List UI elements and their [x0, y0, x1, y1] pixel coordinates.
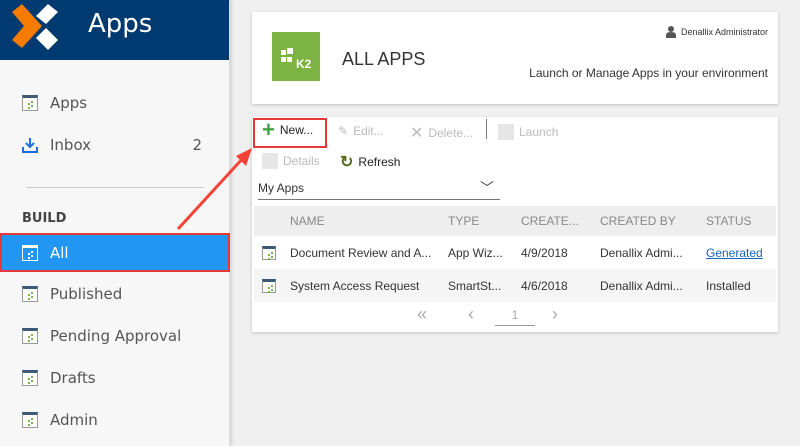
delete-button[interactable]: ✕ Delete...	[410, 123, 473, 143]
view-filter-dropdown[interactable]: My Apps ﹀	[258, 178, 500, 200]
table-row[interactable]: Document Review and A... App Wiz... 4/9/…	[254, 236, 776, 269]
column-name[interactable]: NAME	[290, 214, 325, 228]
plus-icon: +	[262, 117, 275, 142]
sidebar-item-published[interactable]: Published	[0, 277, 230, 311]
inbox-download-icon	[22, 138, 38, 153]
section-build: BUILD	[22, 211, 67, 226]
user-icon	[665, 26, 676, 38]
page-header-card: K2 ALL APPS Denallix Administrator Launc…	[252, 12, 778, 104]
prev-page-icon[interactable]: ‹	[468, 304, 474, 325]
refresh-icon: ↻	[340, 154, 354, 171]
status-badge: Installed	[706, 278, 751, 293]
first-page-icon[interactable]: «	[417, 304, 427, 325]
page-subtitle: Launch or Manage Apps in your environmen…	[529, 66, 768, 80]
pencil-icon: ✎	[338, 124, 349, 138]
sidebar-item-apps[interactable]: Apps	[0, 86, 230, 120]
user-info[interactable]: Denallix Administrator	[665, 26, 768, 38]
details-button[interactable]: Details	[262, 153, 320, 169]
sidebar-item-label: Published	[50, 285, 123, 303]
page-number-input[interactable]: 1	[495, 308, 535, 326]
logo-icon	[12, 4, 58, 50]
app-icon	[22, 412, 38, 428]
app-icon	[22, 244, 38, 261]
sidebar-item-label: Drafts	[50, 369, 96, 387]
column-created[interactable]: CREATE...	[521, 214, 579, 228]
details-icon	[262, 153, 278, 169]
app-icon	[22, 95, 38, 111]
inbox-count: 2	[192, 136, 202, 154]
sidebar-item-drafts[interactable]: Drafts	[0, 361, 230, 395]
user-name: Denallix Administrator	[680, 27, 768, 37]
edit-button[interactable]: ✎ Edit...	[338, 124, 384, 138]
refresh-button[interactable]: ↻ Refresh	[340, 152, 400, 172]
apps-list-card: + New... ✎ Edit... ✕ Delete... Launch Detai…	[252, 117, 778, 332]
app-icon	[22, 328, 38, 344]
app-title: Apps	[88, 9, 153, 39]
sidebar-item-label: Pending Approval	[50, 327, 182, 345]
app-icon	[22, 370, 38, 386]
sidebar-item-label: Inbox	[50, 136, 92, 154]
status-link[interactable]: Generated	[706, 246, 763, 260]
app-icon	[262, 278, 276, 293]
app-icon	[262, 245, 276, 260]
new-button[interactable]: + New...	[262, 117, 313, 142]
next-page-icon[interactable]: ›	[552, 304, 558, 325]
sidebar-item-pending-approval[interactable]: Pending Approval	[0, 319, 230, 353]
divider	[26, 187, 204, 188]
app-icon	[22, 286, 38, 302]
page-title: ALL APPS	[342, 49, 426, 69]
table-header: NAME TYPE CREATE... CREATED BY STATUS	[254, 206, 776, 236]
app-header: Apps	[0, 0, 229, 60]
close-icon: ✕	[410, 125, 424, 142]
launch-button[interactable]: Launch	[498, 124, 558, 140]
launch-icon	[498, 124, 514, 140]
sidebar-item-inbox[interactable]: Inbox 2	[0, 128, 230, 162]
k2-logo: K2	[272, 32, 320, 81]
toolbar-divider	[486, 119, 487, 139]
table-row[interactable]: System Access Request SmartSt... 4/6/201…	[254, 269, 776, 302]
column-status[interactable]: STATUS	[706, 214, 752, 228]
sidebar-item-label: All	[50, 243, 69, 262]
sidebar-item-label: Apps	[50, 94, 88, 112]
sidebar-item-label: Admin	[50, 411, 98, 429]
sidebar-item-all[interactable]: All	[0, 233, 230, 272]
column-type[interactable]: TYPE	[448, 214, 479, 228]
chevron-down-icon: ﹀	[480, 180, 494, 196]
column-created-by[interactable]: CREATED BY	[600, 214, 676, 228]
sidebar-item-admin[interactable]: Admin	[0, 403, 230, 437]
sidebar: Apps Apps Inbox 2 BUILD All Published Pe…	[0, 0, 230, 446]
